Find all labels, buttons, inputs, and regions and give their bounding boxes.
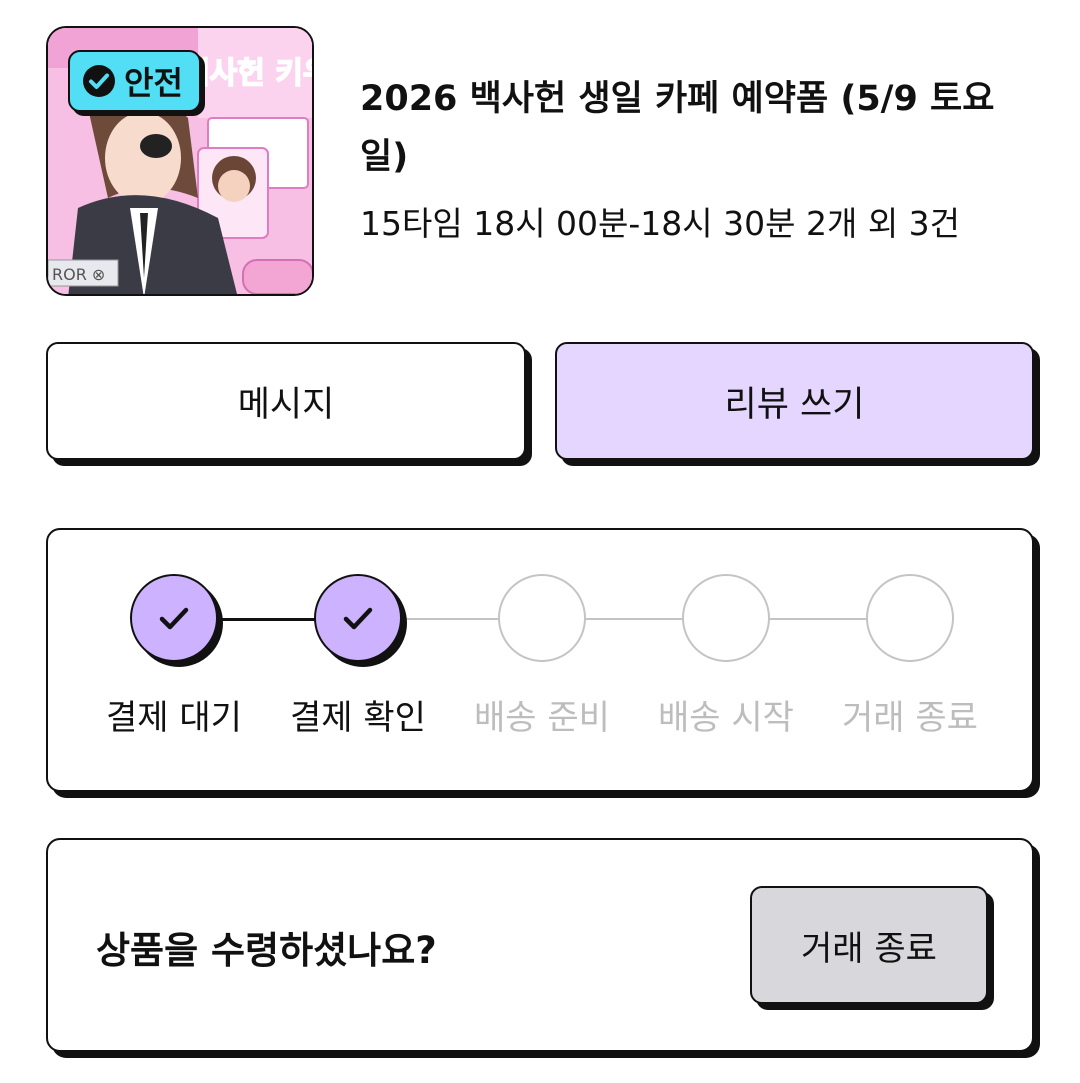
step-shipping-prep-circle bbox=[498, 574, 586, 662]
step-label: 결제 대기 bbox=[106, 698, 242, 738]
step-payment-pending-circle bbox=[130, 574, 218, 662]
product-title: 2026 백사헌 생일 카페 예약폼 (5/9 토요일) bbox=[360, 79, 995, 177]
finish-deal-button[interactable]: 거래 종료 bbox=[750, 886, 988, 1004]
step-shipping-started-circle bbox=[682, 574, 770, 662]
receipt-question: 상품을 수령하셨나요? bbox=[96, 929, 437, 972]
step-label: 결제 확인 bbox=[290, 698, 426, 738]
thumbnail-title-art: 백사헌 키우기 bbox=[182, 56, 314, 91]
step-payment-confirmed-circle bbox=[314, 574, 402, 662]
check-circle-icon bbox=[83, 65, 115, 97]
message-button[interactable]: 메시지 bbox=[46, 342, 526, 460]
svg-text:ROR ⊗: ROR ⊗ bbox=[52, 265, 105, 284]
step-label: 배송 시작 bbox=[658, 698, 794, 738]
safe-badge-label: 안전 bbox=[124, 64, 183, 102]
step-deal-closed-circle bbox=[866, 574, 954, 662]
receipt-confirmation-card: 상품을 수령하셨나요? 거래 종료 bbox=[46, 838, 1034, 1052]
step-label: 거래 종료 bbox=[842, 698, 978, 738]
safe-badge: 안전 bbox=[68, 50, 201, 112]
step-label: 배송 준비 bbox=[474, 698, 610, 738]
product-option-summary: 15타임 18시 00분-18시 30분 2개 외 3건 bbox=[360, 204, 961, 243]
write-review-button[interactable]: 리뷰 쓰기 bbox=[555, 342, 1034, 460]
checkmark-icon bbox=[159, 607, 189, 630]
checkmark-icon bbox=[343, 607, 373, 630]
order-progress-card: 결제 대기 결제 확인 배송 준비 배송 시작 거래 종료 bbox=[46, 528, 1034, 792]
